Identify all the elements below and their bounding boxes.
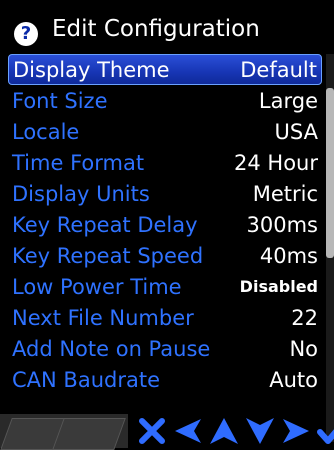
config-row-time-format[interactable]: Time Format 24 Hour — [8, 147, 322, 178]
config-value: 24 Hour — [234, 150, 318, 175]
config-row-key-repeat-speed[interactable]: Key Repeat Speed 40ms — [8, 240, 322, 271]
config-label: Low Power Time — [12, 274, 182, 299]
left-arrow-icon[interactable] — [172, 416, 204, 446]
config-value: Disabled — [239, 277, 318, 296]
config-label: Add Note on Pause — [12, 336, 211, 361]
config-row-low-power-time[interactable]: Low Power Time Disabled — [8, 271, 322, 302]
config-row-font-size[interactable]: Font Size Large — [8, 85, 322, 116]
config-row-display-theme[interactable]: Display Theme Default — [8, 54, 322, 85]
nav-buttons — [136, 414, 334, 448]
title-bar: ? Edit Configuration — [0, 0, 334, 52]
right-arrow-icon[interactable] — [280, 416, 312, 446]
scrollbar[interactable] — [326, 54, 334, 442]
page-title: Edit Configuration — [52, 16, 260, 42]
up-arrow-icon[interactable] — [208, 416, 240, 446]
tab-strip — [0, 414, 128, 450]
config-row-add-note-on-pause[interactable]: Add Note on Pause No — [8, 333, 322, 364]
config-label: Display Units — [12, 181, 150, 206]
config-row-next-file-number[interactable]: Next File Number 22 — [8, 302, 322, 333]
config-label: Key Repeat Speed — [12, 243, 204, 268]
down-arrow-icon[interactable] — [244, 416, 276, 446]
config-value: USA — [274, 119, 318, 144]
config-value: Large — [258, 88, 318, 113]
config-label: Key Repeat Delay — [12, 212, 198, 237]
config-row-locale[interactable]: Locale USA — [8, 116, 322, 147]
config-label: Locale — [12, 119, 80, 144]
config-value: No — [289, 336, 318, 361]
config-value: 40ms — [259, 243, 318, 268]
help-icon[interactable]: ? — [14, 22, 38, 46]
config-label: Font Size — [12, 88, 108, 113]
config-row-key-repeat-delay[interactable]: Key Repeat Delay 300ms — [8, 209, 322, 240]
config-list: Display Theme Default Font Size Large Lo… — [8, 54, 322, 395]
config-value: Default — [240, 57, 317, 82]
check-icon[interactable] — [316, 416, 334, 446]
config-row-can-baudrate[interactable]: CAN Baudrate Auto — [8, 364, 322, 395]
config-row-display-units[interactable]: Display Units Metric — [8, 178, 322, 209]
config-value: Metric — [252, 181, 318, 206]
config-value: 22 — [291, 305, 318, 330]
scroll-thumb[interactable] — [326, 88, 334, 258]
config-label: Time Format — [12, 150, 145, 175]
config-value: 300ms — [246, 212, 318, 237]
config-label: Display Theme — [13, 57, 170, 82]
config-label: CAN Baudrate — [12, 367, 160, 392]
bottom-bar — [0, 414, 334, 450]
close-icon[interactable] — [136, 416, 168, 446]
config-label: Next File Number — [12, 305, 194, 330]
tab-2[interactable] — [52, 418, 126, 450]
config-value: Auto — [269, 367, 318, 392]
